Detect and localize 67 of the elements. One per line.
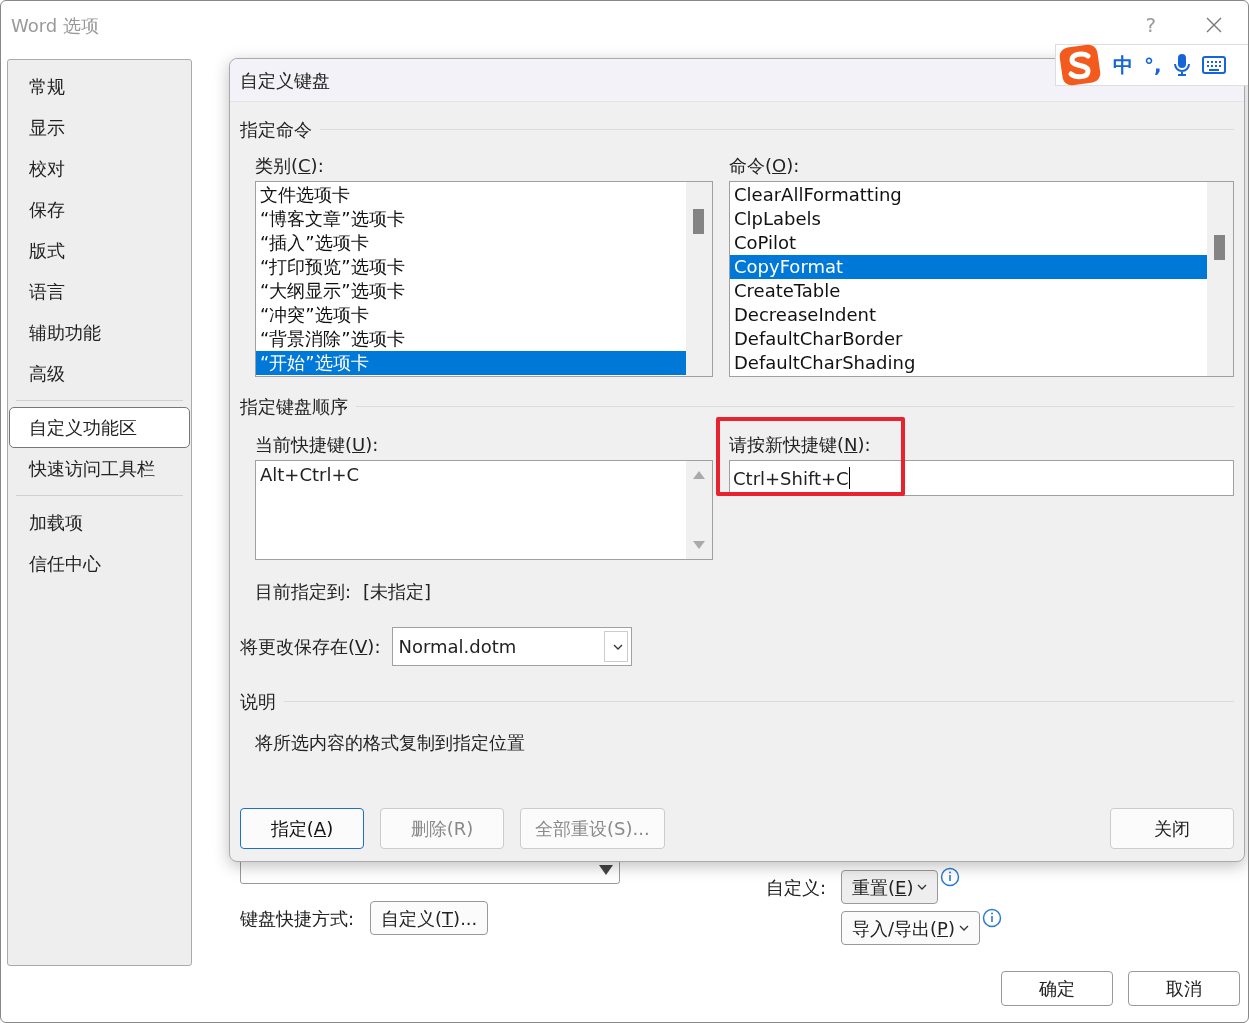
- list-item[interactable]: “开始”选项卡: [256, 351, 686, 375]
- sidebar-item[interactable]: 辅助功能: [9, 312, 190, 353]
- field-label: 当前快捷键(U):: [255, 434, 380, 456]
- sidebar-item[interactable]: 校对: [9, 148, 190, 189]
- list-item[interactable]: DecreaseIndent: [730, 303, 1207, 327]
- close-button[interactable]: 关闭: [1110, 808, 1234, 849]
- sidebar-item[interactable]: 加载项: [9, 502, 190, 543]
- list-item[interactable]: CopyFormat: [730, 255, 1207, 279]
- list-item[interactable]: DefaultCharShading: [730, 351, 1207, 375]
- field-label: 请按新快捷键(N):: [729, 434, 872, 456]
- list-item[interactable]: “背景消除”选项卡: [256, 327, 686, 351]
- ok-button[interactable]: 确定: [1001, 971, 1113, 1006]
- list-item[interactable]: “插入”选项卡: [256, 231, 686, 255]
- list-item[interactable]: Alt+Ctrl+C: [260, 463, 682, 487]
- shortcut-input-field[interactable]: Ctrl+Shift+C: [729, 460, 1234, 496]
- chevron-down-icon: [613, 643, 624, 650]
- assigned-value: [未指定]: [363, 580, 432, 604]
- import-export-button[interactable]: 导入/导出(P): [841, 911, 980, 945]
- reset-button[interactable]: 重置(E): [841, 870, 939, 904]
- cancel-button[interactable]: 取消: [1128, 971, 1240, 1006]
- sidebar-item[interactable]: 信任中心: [9, 543, 190, 584]
- logo-icon[interactable]: [1058, 44, 1102, 86]
- list-item[interactable]: CreateTable: [730, 279, 1207, 303]
- list-item[interactable]: ClpLabels: [730, 207, 1207, 231]
- sidebar-item[interactable]: 常规: [9, 66, 190, 107]
- input-mode-toggle[interactable]: 中: [1113, 50, 1133, 80]
- sidebar-item[interactable]: 自定义功能区: [9, 407, 190, 448]
- sidebar-item[interactable]: 高级: [9, 353, 190, 394]
- scrollbar[interactable]: [1207, 182, 1233, 376]
- dialog-title: 自定义键盘: [240, 68, 330, 93]
- keyboard-icon[interactable]: [1201, 56, 1226, 74]
- section-heading: 指定键盘顺序: [240, 395, 348, 419]
- close-icon[interactable]: [1206, 17, 1222, 33]
- list-item[interactable]: “大纲显示”选项卡: [256, 279, 686, 303]
- dialog-button[interactable]: 指定(A): [240, 808, 364, 849]
- sidebar-item[interactable]: 版式: [9, 230, 190, 271]
- info-icon[interactable]: [940, 867, 961, 887]
- list-item[interactable]: 文件选项卡: [256, 183, 686, 207]
- list-item[interactable]: CoPilot: [730, 231, 1207, 255]
- section-heading: 指定命令: [240, 118, 312, 142]
- window-title: Word 选项: [11, 13, 100, 38]
- field-label: 命令(O):: [729, 155, 801, 177]
- sidebar-item[interactable]: 保存: [9, 189, 190, 230]
- field-label: 键盘快捷方式:: [240, 906, 355, 931]
- microphone-icon[interactable]: [1172, 53, 1191, 77]
- punctuation-toggle[interactable]: °,: [1144, 50, 1162, 80]
- chevron-down-icon: [959, 925, 969, 931]
- field-label: 自定义:: [766, 875, 828, 900]
- description-text: 将所选内容的格式复制到指定位置: [254, 731, 526, 755]
- scrollbar[interactable]: [686, 182, 712, 376]
- list-item[interactable]: “博客文章”选项卡: [256, 207, 686, 231]
- list-item[interactable]: DefaultCharBorder: [730, 327, 1207, 351]
- sidebar-item[interactable]: 显示: [9, 107, 190, 148]
- list-item[interactable]: “冲突”选项卡: [256, 303, 686, 327]
- save-location-select[interactable]: Normal.dotm: [392, 627, 633, 666]
- customize-button[interactable]: 自定义(T)...: [370, 901, 489, 935]
- dropdown-arrow-icon[interactable]: [599, 865, 613, 875]
- section-heading: 说明: [240, 690, 276, 714]
- sidebar-item[interactable]: 快速访问工具栏: [9, 448, 190, 489]
- info-icon[interactable]: [982, 908, 1002, 928]
- field-label: 将更改保存在(V):: [240, 635, 381, 659]
- field-label: 目前指定到:: [255, 580, 352, 604]
- sidebar-item[interactable]: 语言: [9, 271, 190, 312]
- list-item[interactable]: “打印预览”选项卡: [256, 255, 686, 279]
- field-label: 类别(C):: [255, 155, 325, 177]
- list-item[interactable]: ClearAllFormatting: [730, 183, 1207, 207]
- chevron-down-icon: [917, 884, 928, 890]
